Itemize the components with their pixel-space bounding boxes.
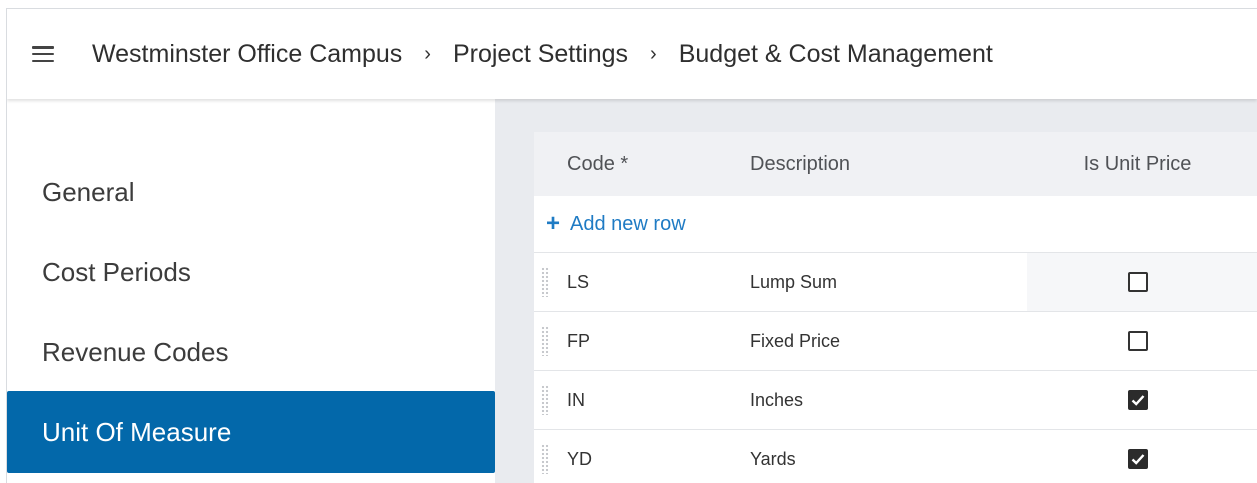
menu-icon[interactable] — [32, 46, 54, 62]
sidebar-item-revenue-codes[interactable]: Revenue Codes — [7, 311, 495, 393]
table-row[interactable]: YD Yards — [534, 430, 1257, 483]
cell-code[interactable]: YD — [534, 449, 740, 470]
cell-code[interactable]: IN — [534, 390, 740, 411]
unit-of-measure-table: Code * Description Is Unit Price + Add n… — [534, 132, 1257, 483]
top-header: Westminster Office Campus › Project Sett… — [7, 9, 1257, 99]
drag-handle-icon[interactable] — [541, 326, 549, 356]
cell-is-unit-price — [1027, 371, 1257, 429]
breadcrumb-project[interactable]: Westminster Office Campus — [92, 40, 402, 69]
add-new-row-button[interactable]: + Add new row — [534, 196, 1257, 253]
sidebar-item-unit-of-measure[interactable]: Unit Of Measure — [7, 391, 495, 473]
drag-handle-icon[interactable] — [541, 267, 549, 297]
sidebar-item-cost-periods[interactable]: Cost Periods — [7, 231, 495, 313]
is-unit-price-checkbox[interactable] — [1127, 390, 1148, 410]
breadcrumb-project-settings[interactable]: Project Settings — [453, 40, 628, 69]
is-unit-price-checkbox[interactable] — [1127, 449, 1148, 469]
main-content: Code * Description Is Unit Price + Add n… — [495, 99, 1257, 483]
cell-code[interactable]: FP — [534, 331, 740, 352]
cell-is-unit-price — [1027, 430, 1257, 483]
sidebar-item-general[interactable]: General — [7, 151, 495, 233]
column-header-is-unit-price[interactable]: Is Unit Price — [1027, 153, 1257, 176]
table-row[interactable]: FP Fixed Price — [534, 312, 1257, 371]
table-row[interactable]: LS Lump Sum — [534, 253, 1257, 312]
breadcrumb: Westminster Office Campus › Project Sett… — [92, 40, 993, 69]
plus-icon: + — [546, 210, 561, 237]
cell-is-unit-price — [1027, 253, 1257, 311]
settings-sidebar: General Cost Periods Revenue Codes Unit … — [7, 99, 495, 483]
cell-is-unit-price — [1027, 312, 1257, 370]
is-unit-price-checkbox[interactable] — [1127, 331, 1148, 351]
is-unit-price-checkbox[interactable] — [1127, 272, 1148, 292]
drag-handle-icon[interactable] — [541, 444, 549, 474]
cell-description[interactable]: Yards — [740, 449, 1027, 470]
add-new-row-label: Add new row — [570, 212, 686, 235]
breadcrumb-current-page: Budget & Cost Management — [678, 39, 993, 68]
table-header: Code * Description Is Unit Price — [534, 132, 1257, 196]
cell-description[interactable]: Fixed Price — [740, 331, 1027, 352]
drag-handle-icon[interactable] — [541, 385, 549, 415]
chevron-right-icon: › — [650, 42, 657, 65]
cell-code[interactable]: LS — [534, 272, 740, 293]
chevron-right-icon: › — [424, 42, 431, 65]
cell-description[interactable]: Inches — [740, 390, 1027, 411]
app-frame: Westminster Office Campus › Project Sett… — [6, 8, 1257, 483]
cell-description[interactable]: Lump Sum — [740, 272, 1027, 293]
column-header-code[interactable]: Code * — [534, 153, 740, 176]
table-row[interactable]: IN Inches — [534, 371, 1257, 430]
column-header-description[interactable]: Description — [740, 153, 1027, 176]
